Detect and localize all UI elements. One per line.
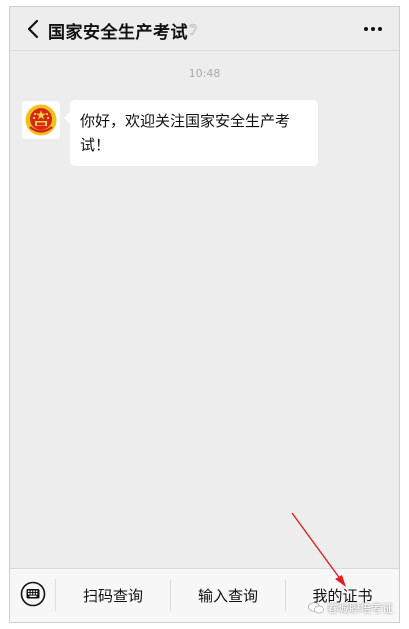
- wechat-chat-window: 国家安全生产考试 10:48 你好，欢迎关注国家安全生产考试！ 扫码查询 输入查…: [9, 6, 400, 623]
- wechat-logo-icon: [308, 602, 324, 614]
- watermark: 春城职培考证: [308, 600, 393, 616]
- watermark-text: 春城职培考证: [327, 602, 393, 615]
- annotation-arrow: [291, 512, 346, 587]
